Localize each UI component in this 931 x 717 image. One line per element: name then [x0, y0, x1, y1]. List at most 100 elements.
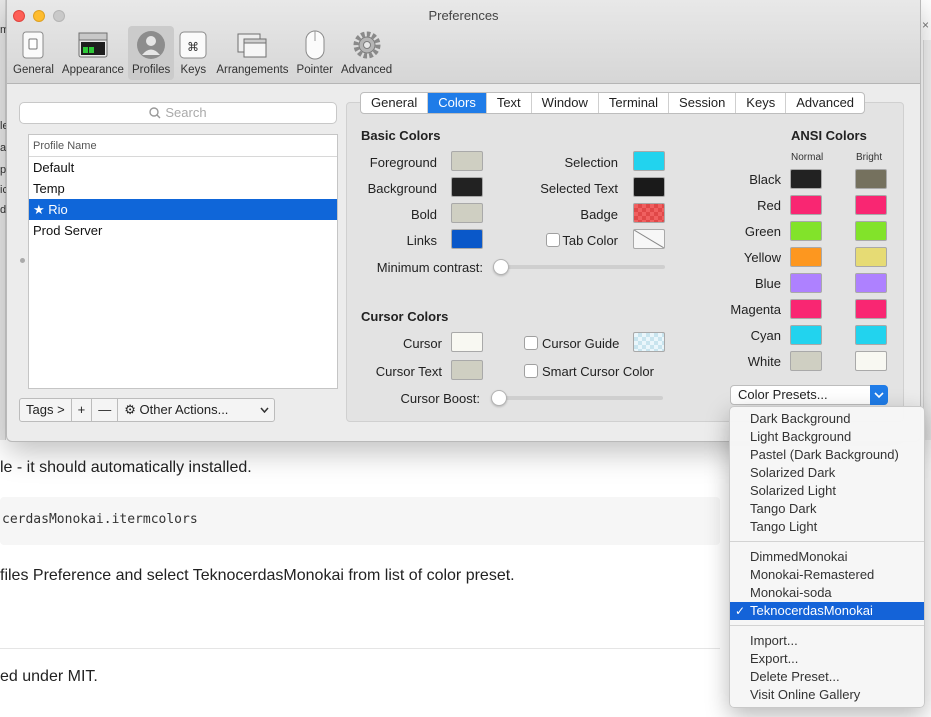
ansi-yellow-normal-well[interactable]	[790, 247, 822, 267]
pointer-mouse-icon	[300, 30, 330, 60]
search-placeholder: Search	[165, 105, 207, 120]
links-color-well[interactable]	[451, 229, 483, 249]
selected-text-label: Selected Text	[540, 181, 618, 196]
menu-item-delete-preset[interactable]: Delete Preset...	[730, 668, 924, 686]
toolbar-keys[interactable]: ⌘ Keys	[174, 26, 212, 80]
profile-row-rio[interactable]: ★ Rio	[29, 199, 337, 220]
tab-color-well[interactable]	[633, 229, 665, 249]
ansi-red-normal-well[interactable]	[790, 195, 822, 215]
advanced-gear-icon	[352, 30, 382, 60]
ansi-red-bright-well[interactable]	[855, 195, 887, 215]
menu-item-import[interactable]: Import...	[730, 632, 924, 650]
ansi-white-bright-well[interactable]	[855, 351, 887, 371]
profiles-user-icon	[136, 30, 166, 60]
cursor-color-well[interactable]	[451, 332, 483, 352]
menu-item-monokai-remastered[interactable]: Monokai-Remastered	[730, 566, 924, 584]
background-label: Background	[367, 181, 437, 196]
cursor-guide-checkbox[interactable]	[524, 336, 538, 350]
toolbar-label: Profiles	[131, 64, 171, 76]
menu-item-dark-background[interactable]: Dark Background	[730, 410, 924, 428]
ansi-white-normal-well[interactable]	[790, 351, 822, 371]
ansi-label-black: Black	[749, 172, 781, 187]
smart-cursor-color-checkbox[interactable]	[524, 364, 538, 378]
tab-window[interactable]: Window	[532, 93, 599, 113]
split-resize-handle[interactable]	[20, 258, 25, 263]
checkmark-icon: ✓	[735, 604, 746, 618]
ansi-green-normal-well[interactable]	[790, 221, 822, 241]
minimum-contrast-slider[interactable]	[493, 259, 665, 275]
menu-item-solarized-dark[interactable]: Solarized Dark	[730, 464, 924, 482]
color-presets-menu: Dark Background Light Background Pastel …	[729, 406, 925, 708]
slider-knob[interactable]	[493, 259, 509, 275]
tab-general[interactable]: General	[361, 93, 429, 113]
tab-text[interactable]: Text	[487, 93, 532, 113]
selection-color-well[interactable]	[633, 151, 665, 171]
menu-item-monokai-soda[interactable]: Monokai-soda	[730, 584, 924, 602]
profile-row-temp[interactable]: Temp	[29, 178, 337, 199]
toolbar-profiles[interactable]: Profiles	[127, 26, 175, 80]
window-title: Preferences	[428, 8, 499, 23]
tab-session[interactable]: Session	[669, 93, 737, 113]
ansi-label-blue: Blue	[754, 276, 781, 291]
other-actions-menu[interactable]: ⚙ Other Actions...	[118, 399, 274, 421]
toolbar-arrangements[interactable]: Arrangements	[212, 26, 292, 80]
menu-item-solarized-light[interactable]: Solarized Light	[730, 482, 924, 500]
badge-color-well[interactable]	[633, 203, 665, 223]
foreground-color-well[interactable]	[451, 151, 483, 171]
add-profile-button[interactable]: +	[72, 399, 93, 421]
profile-row-prod-server[interactable]: Prod Server	[29, 220, 337, 241]
menu-item-visit-online-gallery[interactable]: Visit Online Gallery	[730, 686, 924, 704]
tab-advanced[interactable]: Advanced	[786, 93, 864, 113]
menu-item-dimmedmonokai[interactable]: DimmedMonokai	[730, 548, 924, 566]
ansi-cyan-normal-well[interactable]	[790, 325, 822, 345]
ansi-magenta-bright-well[interactable]	[855, 299, 887, 319]
ansi-colors-title: ANSI Colors	[791, 128, 867, 143]
tab-keys[interactable]: Keys	[736, 93, 787, 113]
other-actions-label: Other Actions...	[139, 402, 229, 417]
profile-search-field[interactable]: Search	[19, 102, 337, 124]
slider-knob[interactable]	[491, 390, 507, 406]
ansi-black-normal-well[interactable]	[790, 169, 822, 189]
menu-item-tango-dark[interactable]: Tango Dark	[730, 500, 924, 518]
toolbar-appearance[interactable]: Appearance	[58, 26, 128, 80]
profile-name-column-header[interactable]: Profile Name	[29, 135, 337, 157]
toolbar-advanced[interactable]: Advanced	[337, 26, 396, 80]
menu-item-light-background[interactable]: Light Background	[730, 428, 924, 446]
tab-colors[interactable]: Colors	[428, 93, 487, 113]
toolbar-label: Appearance	[61, 64, 124, 76]
links-label: Links	[406, 233, 437, 248]
bold-color-well[interactable]	[451, 203, 483, 223]
toolbar-general[interactable]: General	[9, 26, 58, 80]
menu-item-export[interactable]: Export...	[730, 650, 924, 668]
menu-item-teknocerdasmonokai[interactable]: ✓ TeknocerdasMonokai	[730, 602, 924, 620]
ansi-magenta-normal-well[interactable]	[790, 299, 822, 319]
tab-color-checkbox[interactable]	[546, 233, 560, 247]
ansi-blue-bright-well[interactable]	[855, 273, 887, 293]
tab-terminal[interactable]: Terminal	[599, 93, 670, 113]
menu-item-pastel-dark-background[interactable]: Pastel (Dark Background)	[730, 446, 924, 464]
ansi-cyan-bright-well[interactable]	[855, 325, 887, 345]
ansi-green-bright-well[interactable]	[855, 221, 887, 241]
selected-text-color-well[interactable]	[633, 177, 665, 197]
cursor-guide-color-well[interactable]	[633, 332, 665, 352]
ansi-blue-normal-well[interactable]	[790, 273, 822, 293]
ansi-yellow-bright-well[interactable]	[855, 247, 887, 267]
ansi-label-red: Red	[757, 198, 781, 213]
ansi-label-white: White	[747, 354, 781, 369]
toolbar-label: Advanced	[340, 64, 393, 76]
profile-actions-bar: Tags > + — ⚙ Other Actions...	[19, 398, 276, 422]
toolbar-pointer[interactable]: Pointer	[293, 26, 337, 80]
doc-code-block: cerdasMonokai.itermcolors	[0, 497, 720, 545]
ansi-black-bright-well[interactable]	[855, 169, 887, 189]
color-presets-popup[interactable]: Color Presets...	[730, 385, 888, 405]
background-color-well[interactable]	[451, 177, 483, 197]
tags-button[interactable]: Tags >	[20, 399, 72, 421]
cursor-text-color-well[interactable]	[451, 360, 483, 380]
menu-item-tango-light[interactable]: Tango Light	[730, 518, 924, 536]
cursor-boost-slider[interactable]	[491, 390, 663, 406]
profile-row-default[interactable]: Default	[29, 157, 337, 178]
no-color-slash-icon	[634, 230, 664, 248]
color-presets-label: Color Presets...	[738, 387, 828, 402]
remove-profile-button[interactable]: —	[92, 399, 119, 421]
gear-icon: ⚙	[124, 402, 136, 417]
